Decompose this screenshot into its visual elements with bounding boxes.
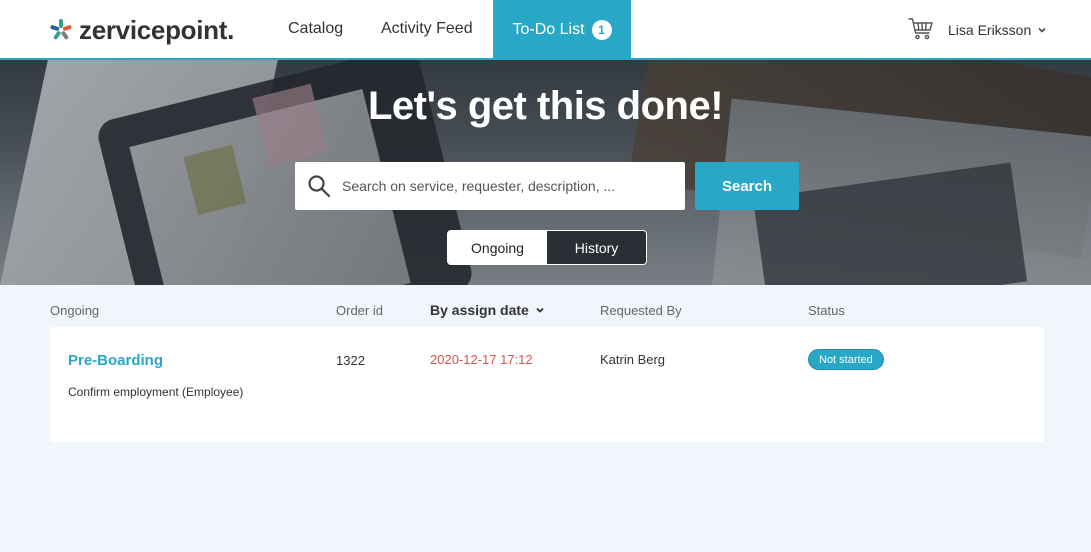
- hero-banner: Let's get this done! Search Ongoing Hist…: [0, 60, 1091, 285]
- task-requester: Katrin Berg: [600, 352, 666, 367]
- status-badge: Not started: [808, 349, 884, 370]
- brand-logo[interactable]: zervicepoint.: [49, 14, 234, 46]
- user-name: Lisa Eriksson: [948, 22, 1032, 38]
- nav-activity-feed[interactable]: Activity Feed: [381, 0, 473, 58]
- user-menu[interactable]: Lisa Eriksson: [948, 0, 1047, 60]
- search-box: [295, 162, 685, 210]
- column-header-status: Status: [808, 303, 845, 318]
- top-navigation-bar: zervicepoint. Catalog Activity Feed To-D…: [0, 0, 1091, 60]
- search-icon: [308, 175, 331, 198]
- task-assign-date: 2020-12-17 17:12: [430, 352, 533, 367]
- task-description: Confirm employment (Employee): [68, 385, 244, 399]
- nav-todo-list[interactable]: To-Do List 1: [493, 0, 631, 60]
- nav-catalog[interactable]: Catalog: [288, 0, 343, 58]
- cart-icon[interactable]: [908, 16, 934, 42]
- toggle-history[interactable]: History: [547, 231, 646, 264]
- brand-name: zervicepoint.: [79, 14, 235, 45]
- nav-todo-label: To-Do List: [512, 21, 585, 38]
- chevron-down-icon: [536, 307, 544, 313]
- sort-label: By assign date: [430, 302, 529, 318]
- column-header-order-id: Order id: [336, 303, 383, 318]
- search-button[interactable]: Search: [695, 162, 799, 210]
- column-header-requested-by: Requested By: [600, 303, 682, 318]
- page-title: Let's get this done!: [367, 84, 724, 128]
- todo-count-badge: 1: [591, 20, 612, 40]
- sort-dropdown[interactable]: By assign date: [430, 302, 545, 318]
- chevron-down-icon: [1038, 27, 1046, 33]
- task-title-link[interactable]: Pre-Boarding: [68, 352, 163, 369]
- logo-mark-icon: [50, 19, 72, 40]
- search-input[interactable]: [342, 178, 662, 194]
- task-card[interactable]: Pre-Boarding Confirm employment (Employe…: [50, 327, 1044, 442]
- ongoing-history-toggle: Ongoing History: [447, 230, 647, 265]
- toggle-ongoing[interactable]: Ongoing: [448, 231, 547, 264]
- column-header-group: Ongoing: [50, 303, 100, 318]
- task-order-id: 1322: [336, 353, 365, 368]
